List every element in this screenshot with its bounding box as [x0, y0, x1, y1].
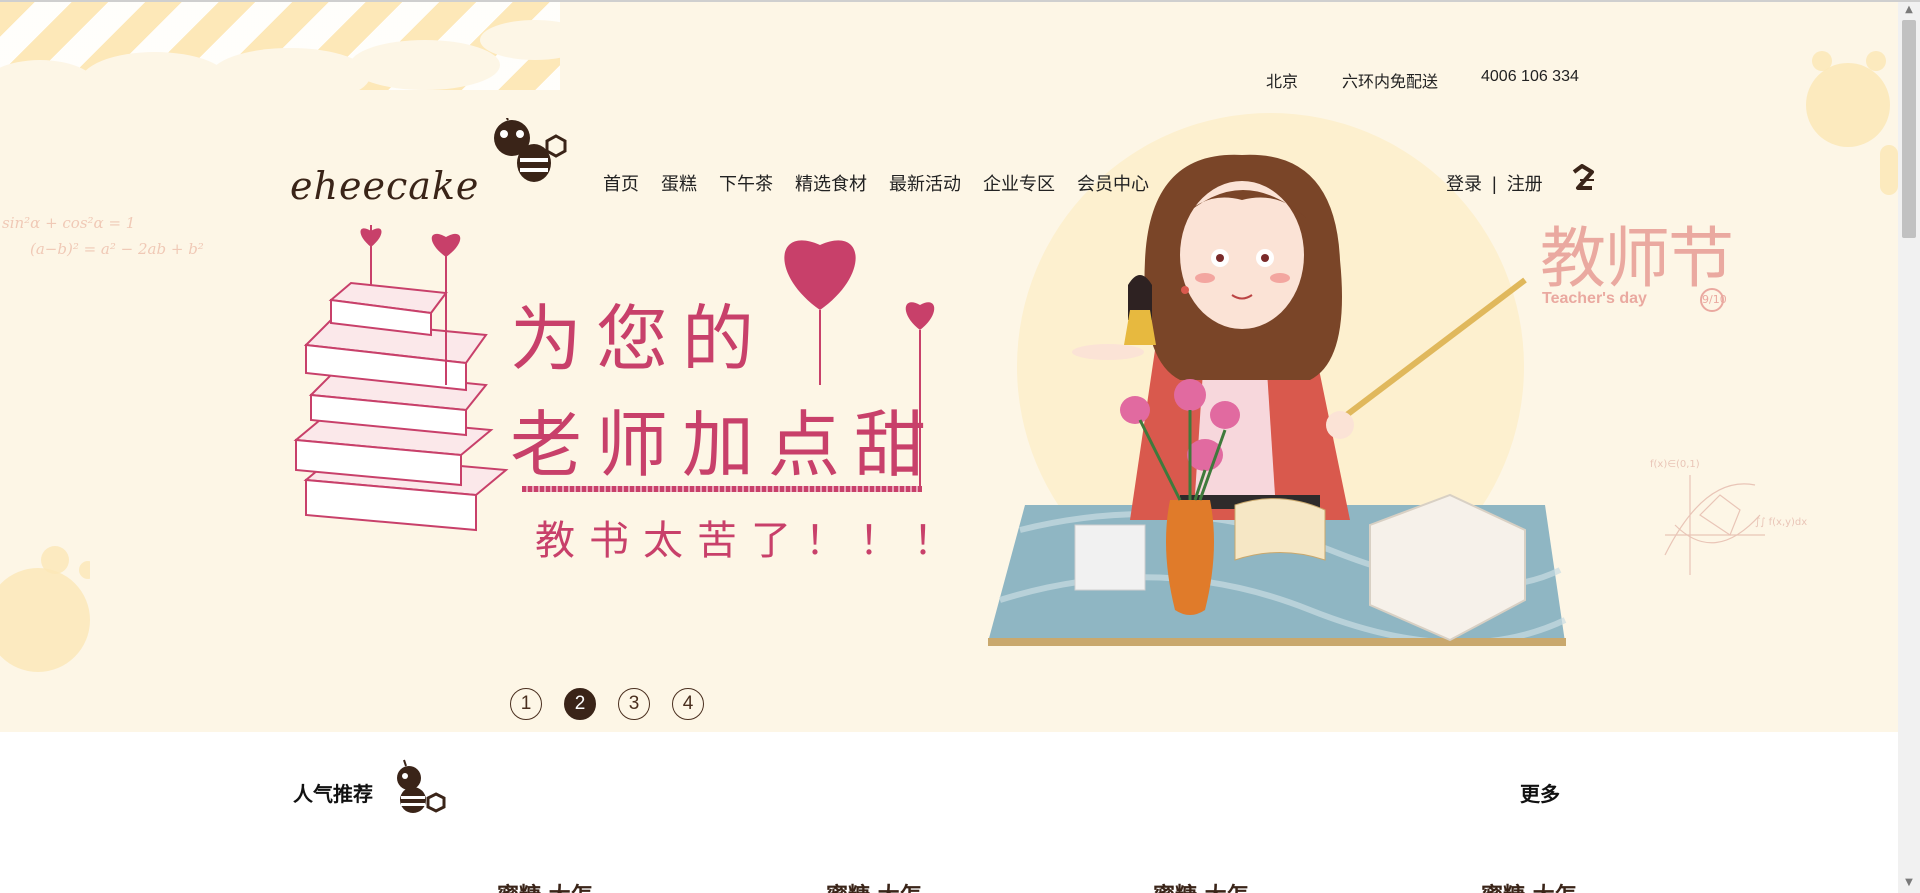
festival-subtitle: Teacher's day: [1542, 290, 1647, 307]
city-selector[interactable]: 北京: [1266, 68, 1298, 92]
carousel-dot-1[interactable]: 1: [510, 688, 542, 720]
festival-date-badge: 9/10: [1700, 288, 1727, 312]
cloud-shape: [210, 48, 370, 104]
nav-item-home[interactable]: 首页: [603, 170, 639, 196]
product-name[interactable]: 蜜糖·大怎: [497, 878, 593, 893]
cloud-shape: [480, 20, 590, 60]
scroll-down-arrow-icon[interactable]: ▼: [1898, 876, 1920, 893]
nav-item-afternoon-tea[interactable]: 下午茶: [719, 170, 773, 196]
carousel-dot-3[interactable]: 3: [618, 688, 650, 720]
carousel-dot-2[interactable]: 2: [564, 688, 596, 720]
nav-item-ingredients[interactable]: 精选食材: [795, 170, 867, 196]
math-formula-decoration: sin²α + cos²α = 1 (a−b)² = a² − 2ab + b²: [2, 214, 204, 258]
more-link[interactable]: 更多: [1520, 778, 1560, 807]
hero-headline-line2: 老师加点甜: [510, 403, 941, 487]
carousel-pagination: 1 2 3 4: [510, 688, 704, 720]
svg-text:∫∫ f(x,y)dx: ∫∫ f(x,y)dx: [1755, 517, 1807, 528]
scrollbar-thumb[interactable]: [1902, 20, 1916, 238]
festival-title: 教师节: [1540, 220, 1734, 297]
teacher-illustration: [988, 154, 1567, 646]
section-title: 人气推荐: [293, 784, 373, 806]
hotline-phone: 4006 106 334: [1481, 68, 1579, 85]
nav-item-cake[interactable]: 蛋糕: [661, 170, 697, 196]
product-name[interactable]: 蜜糖·大怎: [826, 878, 922, 893]
site-logo[interactable]: eheecake: [290, 118, 580, 218]
math-graph-decoration: f(x)∈(0,1) ∫∫ f(x,y)dx: [1650, 459, 1807, 575]
bee-decoration-icon: [1806, 51, 1898, 195]
logo-wordmark: eheecake: [290, 164, 480, 208]
hero-headline-line1: 为您的: [510, 297, 769, 381]
cloud-shape: [350, 40, 500, 90]
bee-decoration-icon: [0, 546, 90, 672]
cloud-shape: [80, 52, 230, 112]
carousel-dot-4[interactable]: 4: [672, 688, 704, 720]
hero-banner[interactable]: sin²α + cos²α = 1 (a−b)² = a² − 2ab + b²…: [0, 0, 1898, 732]
product-list: 蜜糖·大怎 蜜糖·大怎 蜜糖·大怎 蜜糖·大怎: [0, 872, 1898, 893]
shipping-info: 六环内免配送: [1342, 74, 1439, 91]
nav-item-activities[interactable]: 最新活动: [889, 170, 961, 196]
scroll-up-arrow-icon[interactable]: ▲: [1898, 0, 1920, 17]
bee-logo-icon: [494, 118, 567, 182]
cart-icon[interactable]: [1570, 164, 1596, 194]
window-top-border: [0, 0, 1920, 2]
product-name[interactable]: 蜜糖·大怎: [1481, 878, 1577, 893]
books-illustration: [293, 225, 509, 532]
bee-icon: [397, 759, 446, 813]
svg-text:f(x)∈(0,1): f(x)∈(0,1): [1650, 459, 1700, 470]
page-scrollbar[interactable]: ▲ ▼: [1898, 0, 1920, 893]
product-name[interactable]: 蜜糖·大怎: [1153, 878, 1249, 893]
hero-underline: [522, 486, 922, 492]
hero-subline: 教书太苦了！！！: [535, 518, 967, 564]
